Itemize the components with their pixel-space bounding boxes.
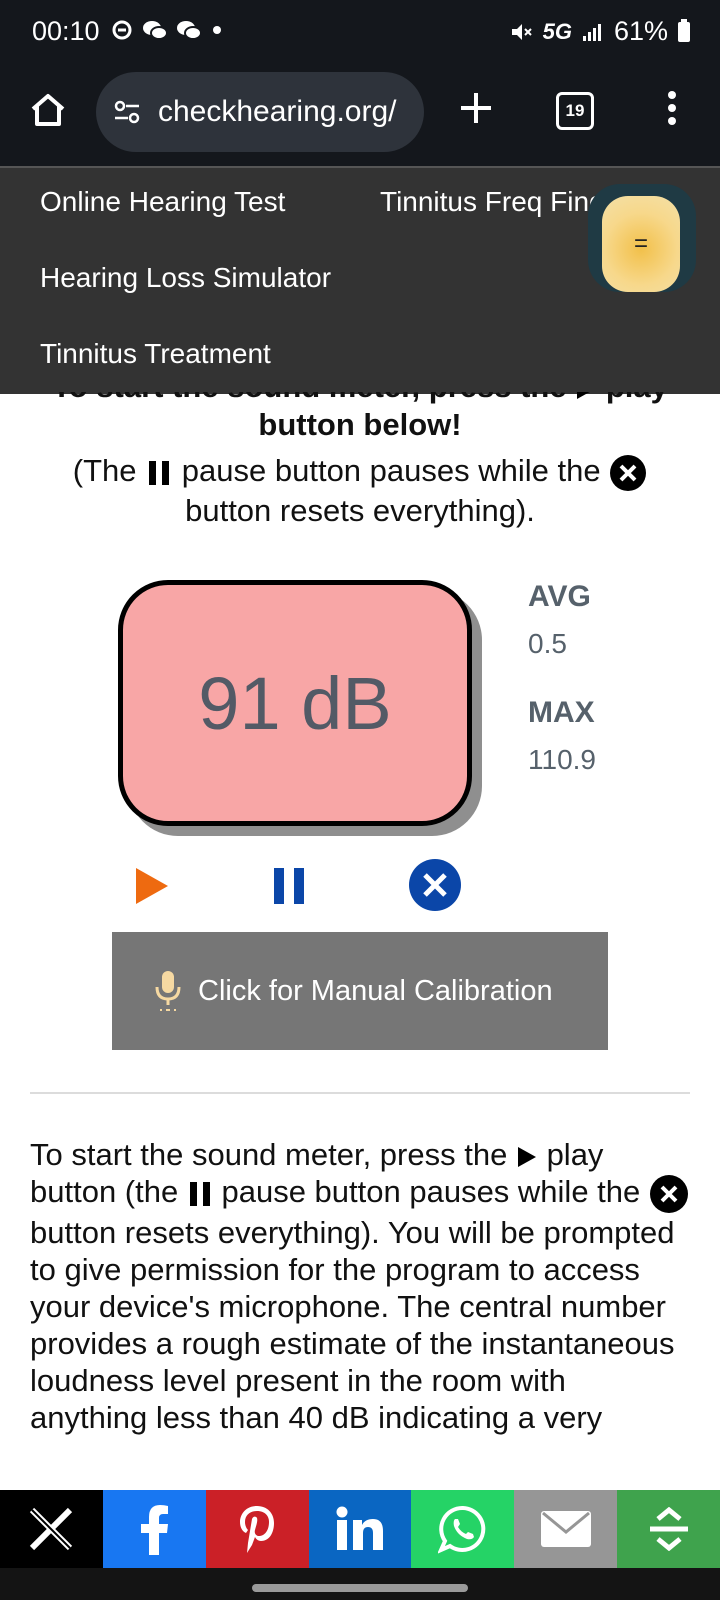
intro-line3a: (The	[72, 453, 137, 488]
share-email-button[interactable]	[514, 1490, 618, 1568]
share-more-icon	[649, 1507, 688, 1551]
wechat-icon	[143, 21, 168, 40]
wechat-icon	[177, 21, 202, 40]
menu-toggle-label: =	[633, 230, 648, 257]
home-gesture-handle[interactable]	[252, 1584, 468, 1592]
intro-line2: button below!	[258, 407, 462, 442]
section-divider	[30, 1092, 690, 1094]
share-more-button[interactable]	[617, 1490, 720, 1568]
play-button[interactable]	[134, 866, 170, 906]
manual-calibration-label: Click for Manual Calibration	[198, 974, 553, 1007]
home-icon[interactable]	[28, 90, 68, 130]
whatsapp-icon	[437, 1505, 486, 1554]
site-settings-icon[interactable]	[112, 97, 142, 127]
share-x-button[interactable]	[0, 1490, 103, 1568]
signal-icon	[582, 23, 601, 41]
pinterest-icon	[240, 1506, 275, 1553]
intro-instructions: To start the sound meter, press the play…	[32, 392, 688, 530]
body-text-3: pause button pauses while the	[221, 1174, 641, 1209]
gesture-nav-area	[0, 1568, 720, 1600]
menu-toggle-face[interactable]: =	[602, 196, 680, 292]
reset-icon	[610, 454, 647, 491]
intro-line3b: pause button pauses while the	[181, 453, 601, 488]
max-value: 110.9	[528, 744, 596, 775]
battery-percent: 61%	[613, 16, 668, 46]
tab-count: 19	[565, 101, 585, 120]
share-linkedin-button[interactable]	[308, 1490, 412, 1568]
email-icon	[540, 1511, 591, 1547]
share-whatsapp-button[interactable]	[411, 1490, 515, 1568]
manual-calibration-button[interactable]: Click for Manual Calibration	[112, 932, 608, 1050]
nav-item-hearing-loss-simulator[interactable]: Hearing Loss Simulator	[40, 262, 331, 294]
pause-icon	[189, 1181, 210, 1206]
notification-icons	[110, 18, 224, 42]
status-time: 00:10	[32, 16, 100, 46]
tab-switcher-button[interactable]: 19	[556, 92, 594, 130]
play-icon	[577, 392, 590, 399]
meter-stats: AVG 0.5 MAX 110.9	[528, 580, 596, 776]
nav-item-tinnitus-treatment[interactable]: Tinnitus Treatment	[40, 338, 271, 370]
intro-line4: button resets everything).	[185, 492, 535, 528]
reset-icon	[649, 1174, 688, 1213]
more-icon[interactable]	[660, 88, 684, 128]
sound-level-value: 91 dB	[198, 661, 392, 745]
mute-icon	[511, 23, 532, 40]
site-nav-menu: Online Hearing Test Tinnitus Freq Find H…	[0, 166, 720, 394]
sync-icon	[112, 20, 132, 40]
pause-icon	[149, 460, 170, 485]
nav-item-tinnitus-freq-finder[interactable]: Tinnitus Freq Find	[380, 186, 605, 218]
linkedin-icon	[336, 1506, 383, 1550]
body-text-4: button resets everything). You will be p…	[30, 1214, 675, 1435]
reset-button[interactable]	[408, 858, 462, 912]
address-bar[interactable]: checkhearing.org/	[96, 72, 424, 152]
microphone-icon	[155, 971, 181, 1011]
share-pinterest-button[interactable]	[205, 1490, 309, 1568]
nav-item-online-hearing-test[interactable]: Online Hearing Test	[40, 186, 285, 218]
avg-label: AVG	[528, 580, 591, 613]
dot-icon	[213, 26, 221, 34]
battery-icon	[678, 18, 690, 42]
pause-button[interactable]	[272, 866, 308, 906]
new-tab-icon[interactable]	[456, 88, 496, 128]
share-bar	[0, 1490, 720, 1568]
intro-line1: To start the sound meter, press the	[52, 392, 566, 404]
share-facebook-button[interactable]	[102, 1490, 206, 1568]
avg-value: 0.5	[528, 628, 567, 659]
intro-line1-end: play	[606, 392, 668, 404]
status-right: 5G 61%	[509, 16, 690, 47]
url-text: checkhearing.org/	[158, 95, 397, 128]
browser-toolbar: checkhearing.org/ 19	[0, 66, 720, 166]
sound-level-display: 91 dB	[118, 580, 472, 826]
menu-toggle-button[interactable]: =	[588, 184, 696, 292]
network-type: 5G	[542, 18, 572, 44]
max-label: MAX	[528, 696, 595, 729]
meter-controls	[0, 858, 720, 914]
body-text-1: To start the sound meter, press the	[30, 1137, 508, 1172]
main-content: To start the sound meter, press the play…	[0, 392, 720, 1490]
status-bar: 00:10 5G 61%	[0, 0, 720, 66]
facebook-icon	[141, 1505, 169, 1555]
play-icon	[517, 1146, 536, 1167]
x-icon	[30, 1507, 73, 1551]
body-paragraph: To start the sound meter, press the play…	[30, 1136, 690, 1436]
